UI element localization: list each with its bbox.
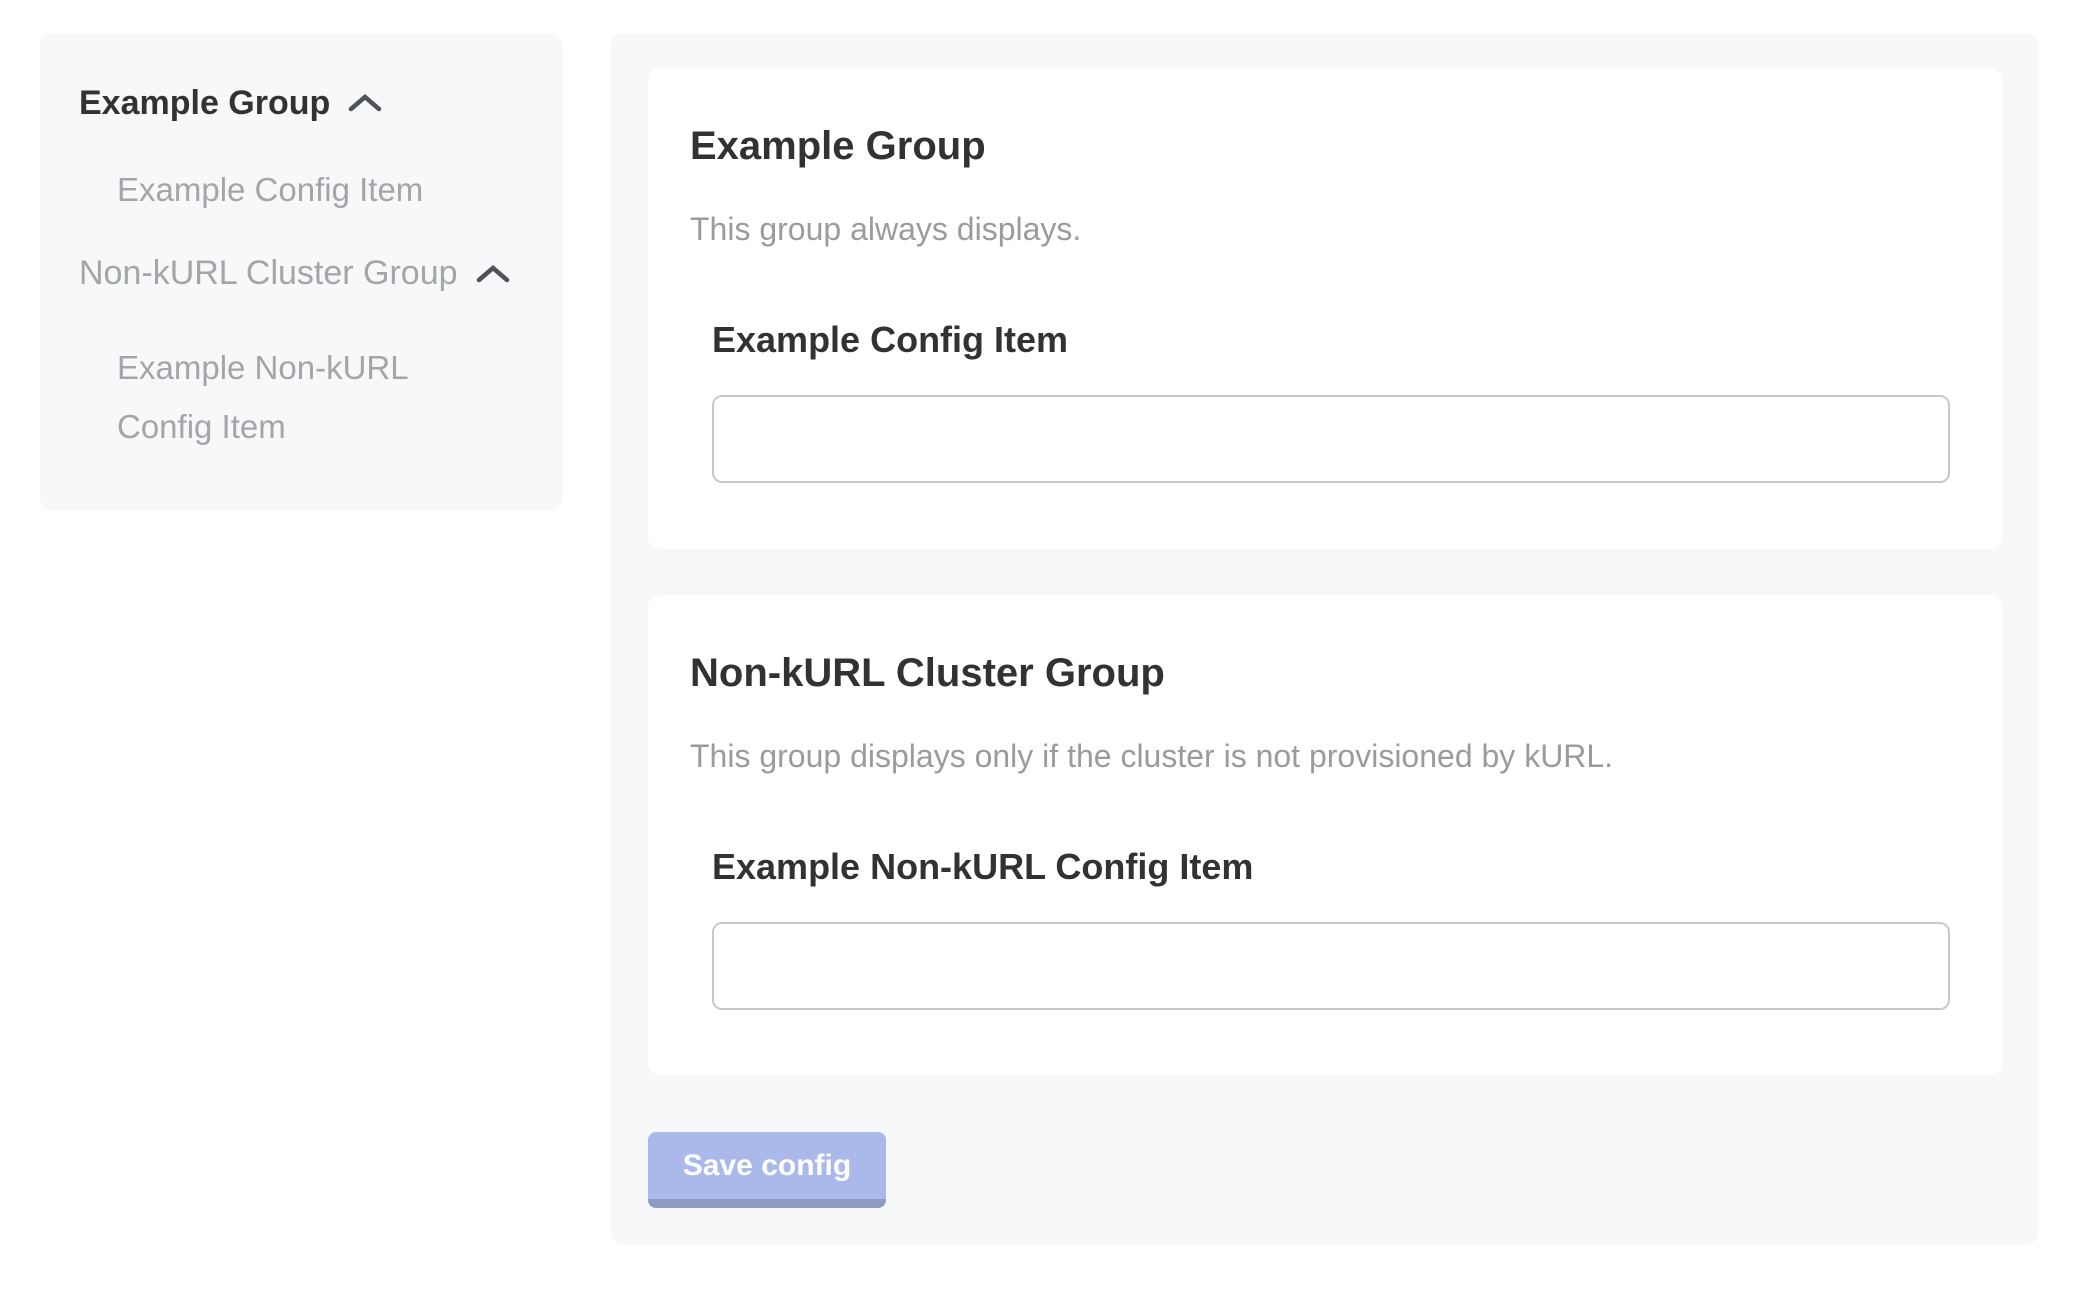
sidebar-group-label: Example Group: [79, 83, 330, 124]
sidebar-item-example-config-item[interactable]: Example Config Item: [117, 170, 497, 210]
group-title: Example Group: [690, 122, 1950, 170]
group-description: This group always displays.: [690, 210, 1950, 248]
group-description: This group displays only if the cluster …: [690, 737, 1950, 775]
config-page: Example Group Example Config Item Non-kU…: [0, 0, 2084, 1302]
config-group-card-example-group: Example Group This group always displays…: [648, 68, 2002, 549]
config-item-input-example-config-item[interactable]: [712, 395, 1950, 483]
config-sidebar: Example Group Example Config Item Non-kU…: [40, 33, 563, 510]
sidebar-group-example-group[interactable]: Example Group: [79, 83, 535, 124]
config-item-label: Example Config Item: [712, 318, 1950, 361]
sidebar-group-label: Non-kURL Cluster Group: [79, 253, 458, 294]
save-config-button[interactable]: Save config: [648, 1132, 886, 1208]
config-item-input-example-non-kurl-config-item[interactable]: [712, 922, 1950, 1010]
chevron-up-icon: [476, 264, 510, 284]
config-group-card-non-kurl-cluster-group: Non-kURL Cluster Group This group displa…: [648, 595, 2002, 1075]
config-main-panel: Example Group This group always displays…: [610, 33, 2039, 1245]
chevron-up-icon: [348, 93, 382, 113]
group-title: Non-kURL Cluster Group: [690, 649, 1950, 697]
config-item-label: Example Non-kURL Config Item: [712, 845, 1950, 888]
sidebar-group-non-kurl-cluster-group[interactable]: Non-kURL Cluster Group: [79, 253, 535, 294]
sidebar-item-example-non-kurl-config-item[interactable]: Example Non-kURL Config Item: [117, 339, 497, 456]
